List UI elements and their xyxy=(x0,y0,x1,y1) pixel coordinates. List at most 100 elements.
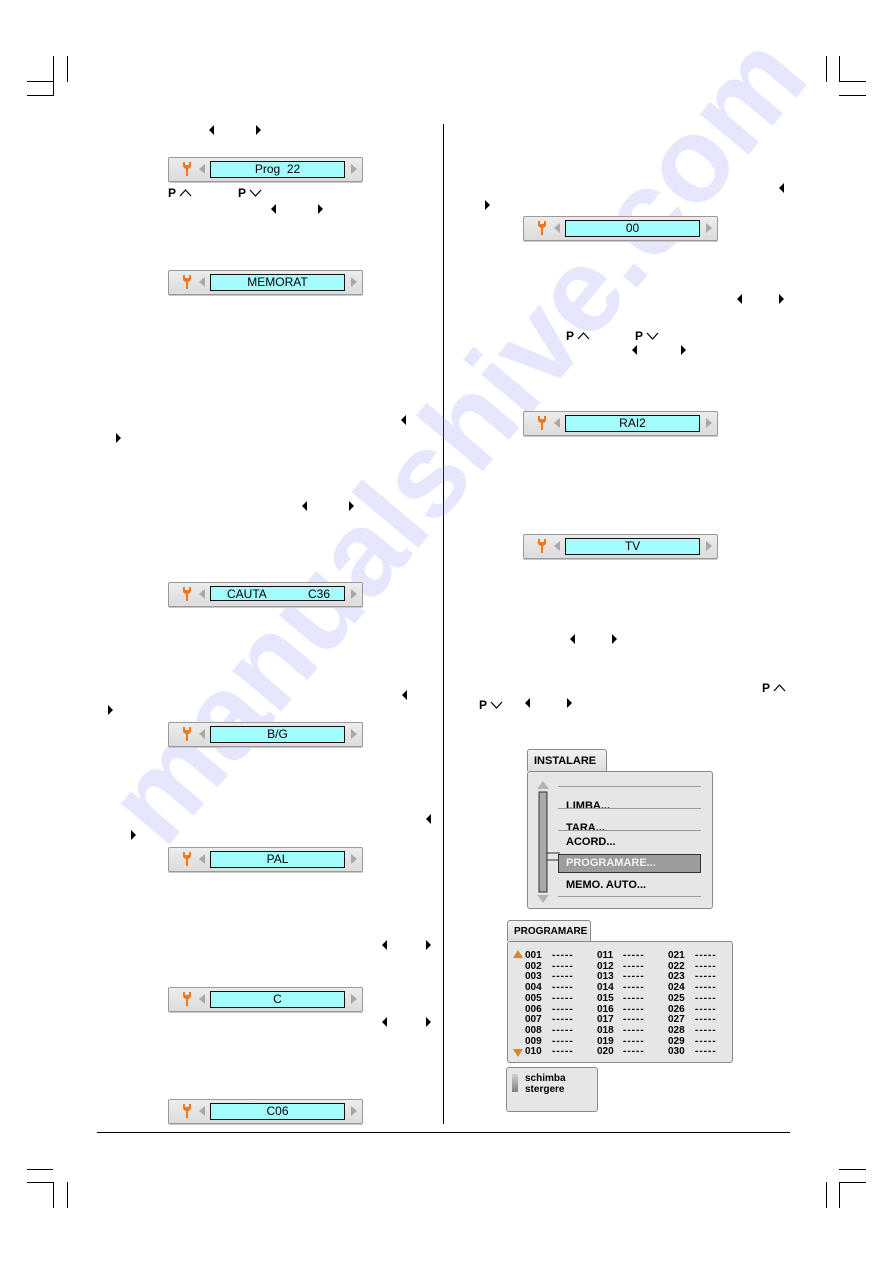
crop-mark xyxy=(839,1182,866,1183)
program-name[interactable]: ----- xyxy=(695,971,717,982)
program-number[interactable]: 008 xyxy=(525,1025,542,1036)
program-number[interactable]: 019 xyxy=(597,1036,614,1047)
program-name[interactable]: ----- xyxy=(695,993,717,1004)
program-name[interactable]: ----- xyxy=(623,1036,645,1047)
program-name[interactable]: ----- xyxy=(623,1004,645,1015)
program-number[interactable]: 002 xyxy=(525,961,542,972)
wrench-icon xyxy=(538,221,546,235)
osd-bar-memorat: MEMORAT xyxy=(168,270,363,295)
scroll-down-icon[interactable] xyxy=(513,1049,523,1057)
menu-item-acord[interactable]: ACORD... xyxy=(566,832,701,852)
menu-scrollbar[interactable] xyxy=(536,780,550,904)
program-name[interactable]: ----- xyxy=(552,971,574,982)
program-name[interactable]: ----- xyxy=(695,1014,717,1025)
program-name[interactable]: ----- xyxy=(623,1014,645,1025)
program-number[interactable]: 015 xyxy=(597,993,614,1004)
program-name[interactable]: ----- xyxy=(623,971,645,982)
program-name[interactable]: ----- xyxy=(552,1025,574,1036)
program-number[interactable]: 029 xyxy=(668,1036,685,1047)
osd-right-arrow-icon xyxy=(351,277,357,287)
left-arrow-icon xyxy=(426,814,431,824)
program-name[interactable]: ----- xyxy=(552,993,574,1004)
program-number[interactable]: 003 xyxy=(525,971,542,982)
program-name[interactable]: ----- xyxy=(552,950,574,961)
right-arrow-icon xyxy=(426,940,431,950)
program-number[interactable]: 018 xyxy=(597,1025,614,1036)
program-number[interactable]: 025 xyxy=(668,993,685,1004)
program-number[interactable]: 012 xyxy=(597,961,614,972)
program-name[interactable]: ----- xyxy=(623,961,645,972)
program-number[interactable]: 022 xyxy=(668,961,685,972)
crop-mark xyxy=(826,56,827,82)
program-name[interactable]: ----- xyxy=(552,1046,574,1057)
wrench-icon xyxy=(183,727,191,741)
program-number[interactable]: 030 xyxy=(668,1046,685,1057)
right-arrow-icon xyxy=(108,705,113,715)
program-name[interactable]: ----- xyxy=(552,961,574,972)
program-number[interactable]: 027 xyxy=(668,1014,685,1025)
menu-item-programare[interactable]: PROGRAMARE... xyxy=(558,854,701,873)
program-number[interactable]: 014 xyxy=(597,982,614,993)
osd-field: Prog 22 xyxy=(210,161,345,178)
osd-right-arrow-icon xyxy=(351,994,357,1004)
right-arrow-icon xyxy=(349,501,354,511)
program-name[interactable]: ----- xyxy=(623,982,645,993)
osd-bar-channel: C06 xyxy=(168,1099,363,1124)
program-name[interactable]: ----- xyxy=(623,1025,645,1036)
program-number[interactable]: 004 xyxy=(525,982,542,993)
program-number[interactable]: 007 xyxy=(525,1014,542,1025)
program-name[interactable]: ----- xyxy=(623,950,645,961)
program-name[interactable]: ----- xyxy=(552,1004,574,1015)
p-up-key: P xyxy=(762,681,786,695)
osd-left-arrow-icon xyxy=(199,589,205,599)
osd-right-arrow-icon xyxy=(706,223,712,233)
program-name[interactable]: ----- xyxy=(695,1036,717,1047)
osd-left-arrow-icon xyxy=(199,164,205,174)
program-number[interactable]: 006 xyxy=(525,1004,542,1015)
osd-left-arrow-icon xyxy=(554,223,560,233)
program-number[interactable]: 013 xyxy=(597,971,614,982)
legend-color-bar xyxy=(512,1074,518,1092)
osd-left-arrow-icon xyxy=(554,418,560,428)
menu-item-memo-auto[interactable]: MEMO. AUTO... xyxy=(566,875,701,895)
right-arrow-icon xyxy=(779,294,784,304)
program-number[interactable]: 020 xyxy=(597,1046,614,1057)
osd-field: B/G xyxy=(210,726,345,743)
crop-mark xyxy=(67,1182,68,1208)
program-number[interactable]: 001 xyxy=(525,950,542,961)
program-name[interactable]: ----- xyxy=(695,1004,717,1015)
program-number[interactable]: 009 xyxy=(525,1036,542,1047)
program-number[interactable]: 021 xyxy=(668,950,685,961)
osd-field: C06 xyxy=(210,1103,345,1120)
program-name[interactable]: ----- xyxy=(552,982,574,993)
program-number[interactable]: 026 xyxy=(668,1004,685,1015)
menu-item-limba[interactable]: LIMBA... xyxy=(566,796,701,816)
right-arrow-icon xyxy=(426,1017,431,1027)
column-divider xyxy=(443,124,444,1124)
program-name[interactable]: ----- xyxy=(623,993,645,1004)
p-down-key: P xyxy=(238,186,262,200)
osd-field: C xyxy=(210,991,345,1008)
program-name[interactable]: ----- xyxy=(552,1014,574,1025)
program-number[interactable]: 005 xyxy=(525,993,542,1004)
program-number[interactable]: 010 xyxy=(525,1046,542,1057)
wrench-icon xyxy=(183,275,191,289)
program-name[interactable]: ----- xyxy=(623,1046,645,1057)
crop-mark xyxy=(826,1182,827,1208)
program-number[interactable]: 023 xyxy=(668,971,685,982)
program-name[interactable]: ----- xyxy=(695,1025,717,1036)
program-name[interactable]: ----- xyxy=(695,961,717,972)
program-number[interactable]: 017 xyxy=(597,1014,614,1025)
program-name[interactable]: ----- xyxy=(695,982,717,993)
programare-tab[interactable]: PROGRAMARE xyxy=(507,920,591,941)
osd-left-arrow-icon xyxy=(199,277,205,287)
program-number[interactable]: 024 xyxy=(668,982,685,993)
program-name[interactable]: ----- xyxy=(695,1046,717,1057)
instalare-tab[interactable]: INSTALARE xyxy=(527,749,607,771)
program-number[interactable]: 028 xyxy=(668,1025,685,1036)
program-name[interactable]: ----- xyxy=(695,950,717,961)
program-number[interactable]: 016 xyxy=(597,1004,614,1015)
scroll-up-icon[interactable] xyxy=(513,950,523,958)
program-name[interactable]: ----- xyxy=(552,1036,574,1047)
program-number[interactable]: 011 xyxy=(597,950,613,961)
